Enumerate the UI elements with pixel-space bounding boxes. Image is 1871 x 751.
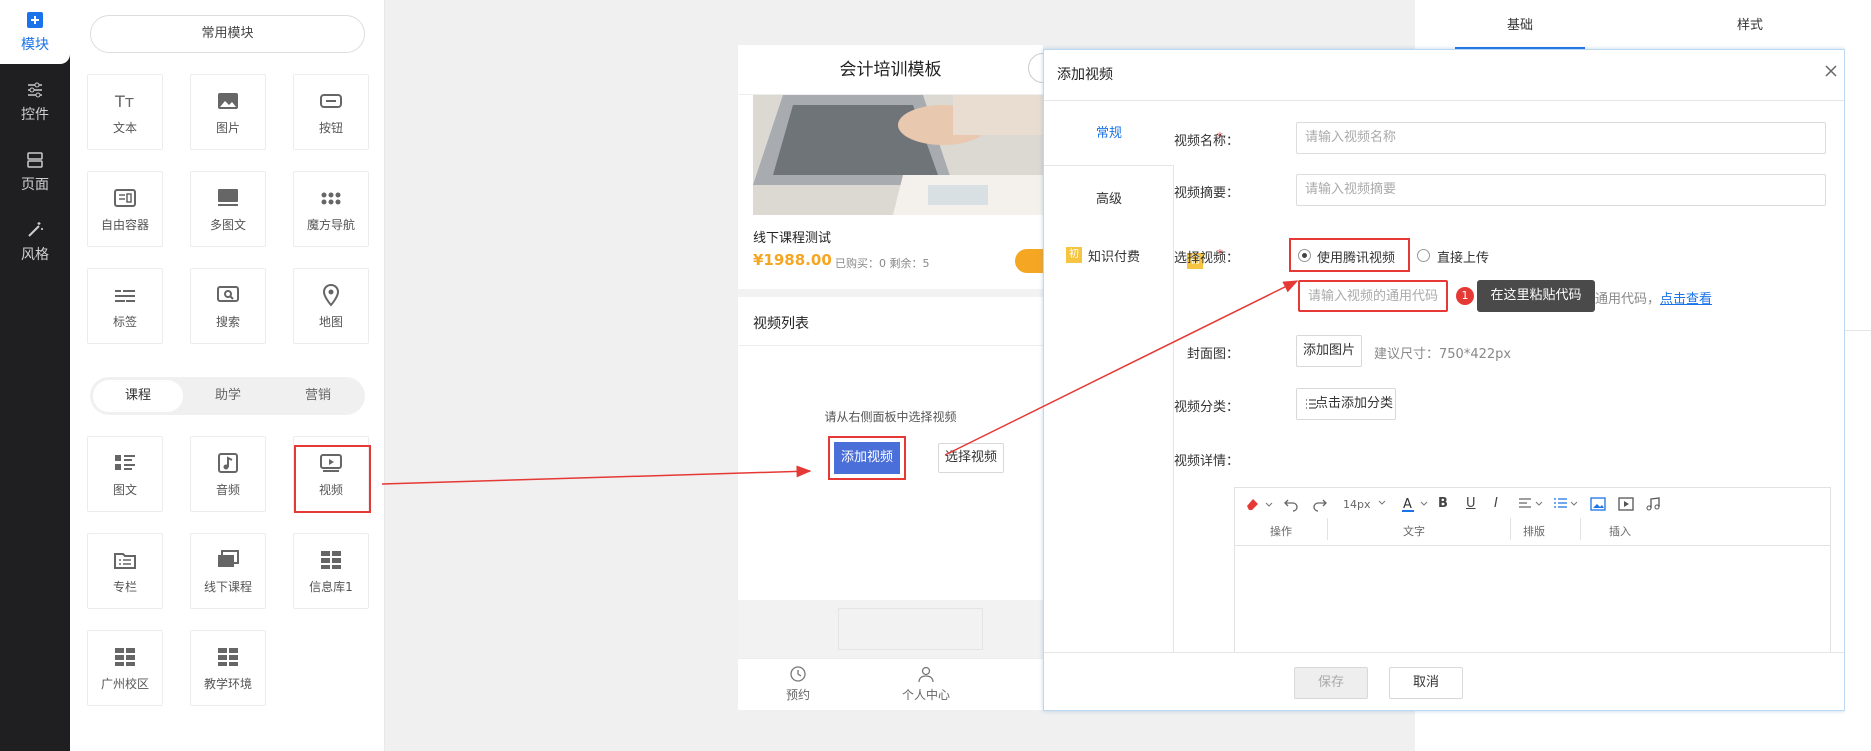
arrow-to-add-video	[381, 465, 812, 485]
arrow-to-code-input	[944, 280, 1299, 456]
annotation-arrows	[381, 280, 1299, 485]
